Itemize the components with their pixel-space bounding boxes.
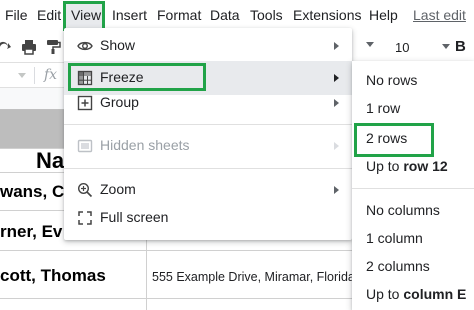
group-plus-icon (77, 95, 93, 111)
freeze-submenu: No rows 1 row 2 rows Up to row 12 No col… (352, 61, 474, 310)
view-menu-label: Freeze (100, 69, 144, 85)
freeze-option-label: 2 rows (366, 130, 408, 146)
freeze-option-no-rows[interactable]: No rows (352, 67, 474, 95)
bold-button[interactable]: B (455, 38, 466, 55)
submenu-arrow-icon (334, 42, 339, 50)
freeze-option-label: Up to column E (366, 286, 466, 302)
menu-insert[interactable]: Insert (112, 7, 147, 23)
submenu-arrow-icon (334, 186, 339, 194)
menu-help[interactable]: Help (369, 7, 398, 23)
view-menu-label: Zoom (100, 181, 136, 197)
formula-bar-divider (34, 67, 35, 84)
redo-icon[interactable] (0, 39, 12, 55)
freeze-option-2-columns[interactable]: 2 columns (352, 253, 474, 281)
menu-data[interactable]: Data (210, 7, 240, 23)
submenu-arrow-icon (334, 99, 339, 107)
freeze-option-prefix: Up to (366, 286, 404, 302)
font-dropdown-arrow-icon[interactable] (366, 42, 374, 47)
view-menu-label: Hidden sheets (100, 137, 190, 153)
view-menu-item-show[interactable]: Show (64, 32, 352, 60)
print-icon[interactable] (21, 39, 37, 55)
font-size-dropdown-arrow-icon[interactable] (442, 44, 450, 49)
last-edit-link[interactable]: Last edit (413, 7, 466, 23)
view-menu-label: Show (100, 37, 136, 53)
zoom-icon (77, 182, 93, 198)
column-divider (146, 238, 147, 310)
view-menu-label: Full screen (100, 209, 169, 225)
menu-separator (64, 168, 352, 169)
freeze-grid-icon (77, 70, 93, 86)
menu-tools[interactable]: Tools (250, 7, 283, 23)
submenu-arrow-icon (334, 142, 339, 150)
cell-name-header[interactable]: Na (36, 148, 64, 174)
freeze-option-up-to-column[interactable]: Up to column E (352, 281, 474, 309)
view-menu-label: Group (100, 94, 139, 110)
freeze-option-bold-part: column E (403, 286, 467, 302)
freeze-option-no-columns[interactable]: No columns (352, 197, 474, 225)
menu-file[interactable]: File (5, 7, 28, 23)
menu-separator (352, 188, 474, 189)
freeze-option-2-rows[interactable]: 2 rows (352, 123, 474, 157)
freeze-option-prefix: Up to (366, 158, 404, 174)
freeze-option-label: 2 columns (366, 258, 430, 274)
cell-name[interactable]: cott, Thomas (0, 266, 106, 286)
freeze-option-bold-part: row 12 (403, 158, 448, 174)
view-menu-item-hidden-sheets: Hidden sheets (64, 132, 352, 160)
name-box-dropdown-icon[interactable] (18, 73, 26, 78)
submenu-arrow-icon (334, 74, 339, 82)
view-menu: Show Freeze Group Hidden sheets Zoom Ful… (64, 28, 352, 240)
menu-view[interactable]: View (71, 7, 101, 23)
hidden-sheets-icon (77, 139, 93, 153)
freeze-option-up-to-row[interactable]: Up to row 12 (352, 153, 474, 181)
cell-name[interactable]: rner, Ev (0, 222, 62, 242)
menu-separator (64, 124, 352, 125)
eye-icon (77, 41, 93, 51)
fx-icon: fx (44, 67, 58, 83)
view-menu-item-zoom[interactable]: Zoom (64, 176, 352, 204)
freeze-option-1-row[interactable]: 1 row (352, 95, 474, 123)
freeze-option-label: No columns (366, 202, 440, 218)
freeze-option-label: Up to row 12 (366, 158, 448, 174)
cell-address[interactable]: 555 Example Drive, Miramar, Florida (152, 270, 355, 284)
menu-extensions[interactable]: Extensions (293, 7, 361, 23)
font-size-value[interactable]: 10 (395, 40, 409, 55)
fullscreen-icon (78, 211, 92, 225)
view-menu-item-full-screen[interactable]: Full screen (64, 204, 352, 232)
freeze-option-label: No rows (366, 72, 418, 88)
menu-format[interactable]: Format (157, 7, 201, 23)
view-menu-item-group[interactable]: Group (64, 89, 352, 117)
freeze-option-1-column[interactable]: 1 column (352, 225, 474, 253)
freeze-option-label: 1 column (366, 230, 423, 246)
paint-format-icon[interactable] (45, 39, 61, 55)
menu-edit[interactable]: Edit (37, 7, 61, 23)
freeze-option-label: 1 row (366, 100, 401, 116)
